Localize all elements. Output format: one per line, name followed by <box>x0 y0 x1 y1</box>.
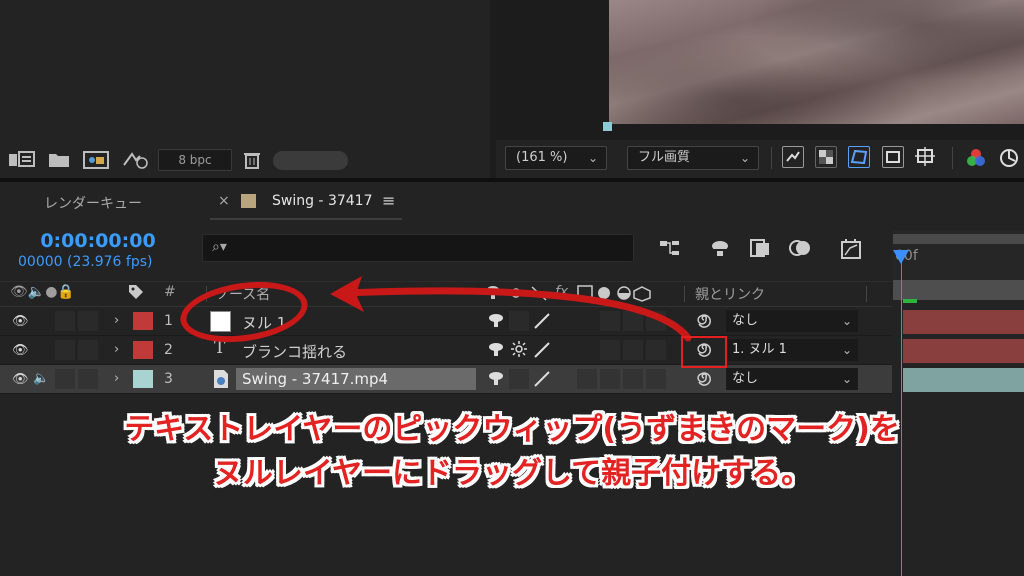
pickwhip-highlight-box <box>681 336 727 368</box>
annotation-caption-line1: テキストレイヤーのピックウィップ(うずまきのマーク)を <box>124 412 900 447</box>
annotation-caption-line2: ヌルレイヤーにドラッグして親子付けする。 <box>212 456 812 491</box>
